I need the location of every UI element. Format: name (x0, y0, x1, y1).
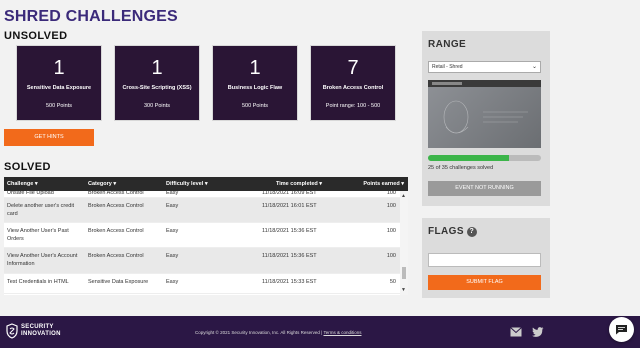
cell-difficulty: Easy (166, 228, 179, 234)
cell-challenge: Delete another user's credit card (7, 203, 75, 217)
col-time[interactable]: Time completed ▾ (276, 181, 322, 187)
terms-link[interactable]: Terms & conditions (323, 330, 361, 335)
cell-points: 50 (389, 279, 396, 285)
flags-title: FLAGS (428, 226, 464, 237)
table-row[interactable]: Delete another user's credit card Broken… (4, 198, 408, 223)
col-difficulty[interactable]: Difficulty level ▾ (166, 181, 208, 187)
cell-points: 100 (386, 203, 396, 209)
get-hints-button[interactable]: GET HINTS (4, 129, 94, 146)
event-status-button[interactable]: EVENT NOT RUNNING (428, 181, 541, 196)
cell-challenge: View Another User's Account Information (7, 253, 78, 267)
range-panel: RANGE Retail - Shred ⌄ 25 of 35 challeng… (422, 31, 550, 206)
cell-difficulty: Easy (166, 190, 179, 196)
cell-time: 11/18/2021 16:01 EST (262, 203, 317, 209)
cell-category: Broken Access Control (88, 253, 144, 259)
flags-panel: FLAGS ? SUBMIT FLAG (422, 218, 550, 298)
thumbnail-topbar (428, 80, 541, 87)
table-row[interactable]: View Another User's Past Orders Broken A… (4, 223, 408, 248)
page-title: SHRED CHALLENGES (4, 8, 178, 25)
copyright-text: Copyright © 2021 Security Innovation, In… (195, 330, 362, 335)
chevron-down-icon: ⌄ (531, 64, 537, 70)
cell-category: Broken Access Control (88, 228, 144, 234)
solved-heading: SOLVED (4, 161, 51, 173)
cell-points: 100 (386, 190, 396, 196)
card-points: 500 Points (46, 103, 72, 109)
card-category: Cross-Site Scripting (XSS) (122, 85, 192, 91)
challenge-card-broken-access[interactable]: 7 Broken Access Control Point range: 100… (310, 45, 396, 121)
logo-line-1: SECURITY (21, 324, 54, 330)
cell-difficulty: Easy (166, 279, 179, 285)
cell-time: 11/18/2021 15:36 EST (262, 228, 317, 234)
range-select-value: Retail - Shred (432, 64, 463, 70)
mail-icon[interactable] (510, 327, 522, 337)
scroll-up-icon[interactable]: ▲ (401, 193, 406, 199)
card-count: 7 (347, 57, 359, 79)
table-row[interactable]: Test Credentials in HTML Sensitive Data … (4, 274, 408, 294)
card-count: 1 (151, 57, 163, 79)
cell-difficulty: Easy (166, 203, 179, 209)
cell-points: 100 (386, 228, 396, 234)
help-icon[interactable]: ? (466, 226, 477, 237)
logo-mark-icon (6, 323, 18, 339)
col-challenge[interactable]: Challenge ▾ (7, 181, 81, 187)
scroll-down-icon[interactable]: ▼ (401, 287, 406, 293)
cell-category: Broken Access Control (88, 203, 144, 209)
cell-category: Sensitive Data Exposure (88, 279, 149, 285)
cell-challenge: View Another User's Past Orders (7, 228, 69, 242)
logo-line-2: INNOVATION (21, 331, 61, 337)
chat-button[interactable] (609, 317, 634, 342)
range-select[interactable]: Retail - Shred ⌄ (428, 61, 541, 73)
range-progress-bar (428, 155, 541, 161)
cell-time: 11/18/2021 15:36 EST (262, 253, 317, 259)
cell-challenge: Test Credentials in HTML (7, 279, 69, 285)
card-points: Point range: 100 - 500 (325, 103, 381, 109)
card-points: 500 Points (242, 103, 268, 109)
card-count: 1 (249, 57, 261, 79)
thumbnail-content (428, 87, 541, 148)
submit-flag-button[interactable]: SUBMIT FLAG (428, 275, 541, 290)
unsolved-heading: UNSOLVED (4, 30, 68, 42)
card-count: 1 (53, 57, 65, 79)
flags-title-row: FLAGS ? (428, 226, 477, 237)
table-scrollbar[interactable]: ▲ ▼ (400, 191, 408, 295)
range-thumbnail[interactable] (428, 80, 541, 148)
scrollbar-thumb[interactable] (402, 267, 406, 279)
challenge-card-sensitive-data[interactable]: 1 Sensitive Data Exposure 500 Points (16, 45, 102, 121)
table-row[interactable]: Unsafe File Upload Broken Access Control… (4, 188, 408, 198)
card-category: Broken Access Control (322, 85, 384, 91)
challenge-card-xss[interactable]: 1 Cross-Site Scripting (XSS) 300 Points (114, 45, 200, 121)
challenge-card-business-logic[interactable]: 1 Business Logic Flaw 500 Points (212, 45, 298, 121)
solved-count-text: 25 of 35 challenges solved (428, 165, 494, 171)
card-points: 300 Points (144, 103, 170, 109)
chat-icon (616, 325, 627, 335)
table-row[interactable]: View Another User's Account Information … (4, 248, 408, 274)
col-points[interactable]: Points earned ▾ (363, 181, 404, 187)
solved-table: Challenge ▾ Category ▾ Difficulty level … (4, 177, 408, 295)
security-innovation-logo[interactable]: SECURITY INNOVATION (6, 323, 61, 339)
thumbnail-art (443, 100, 528, 134)
progress-fill (428, 155, 509, 161)
footer: SECURITY INNOVATION Copyright © 2021 Sec… (0, 316, 640, 348)
flag-input[interactable] (428, 253, 541, 267)
card-category: Sensitive Data Exposure (26, 85, 92, 91)
cell-difficulty: Easy (166, 253, 179, 259)
col-category[interactable]: Category ▾ (88, 181, 116, 187)
copyright-label: Copyright © 2021 Security Innovation, In… (195, 330, 323, 335)
range-title: RANGE (428, 39, 467, 50)
cell-time: 11/18/2021 16:09 EST (262, 190, 317, 196)
cell-points: 100 (386, 253, 396, 259)
cell-challenge: Unsafe File Upload (7, 190, 54, 196)
cell-category: Broken Access Control (88, 190, 144, 196)
cell-time: 11/18/2021 15:33 EST (262, 279, 317, 285)
card-category: Business Logic Flaw (227, 85, 283, 91)
twitter-icon[interactable] (532, 327, 544, 337)
